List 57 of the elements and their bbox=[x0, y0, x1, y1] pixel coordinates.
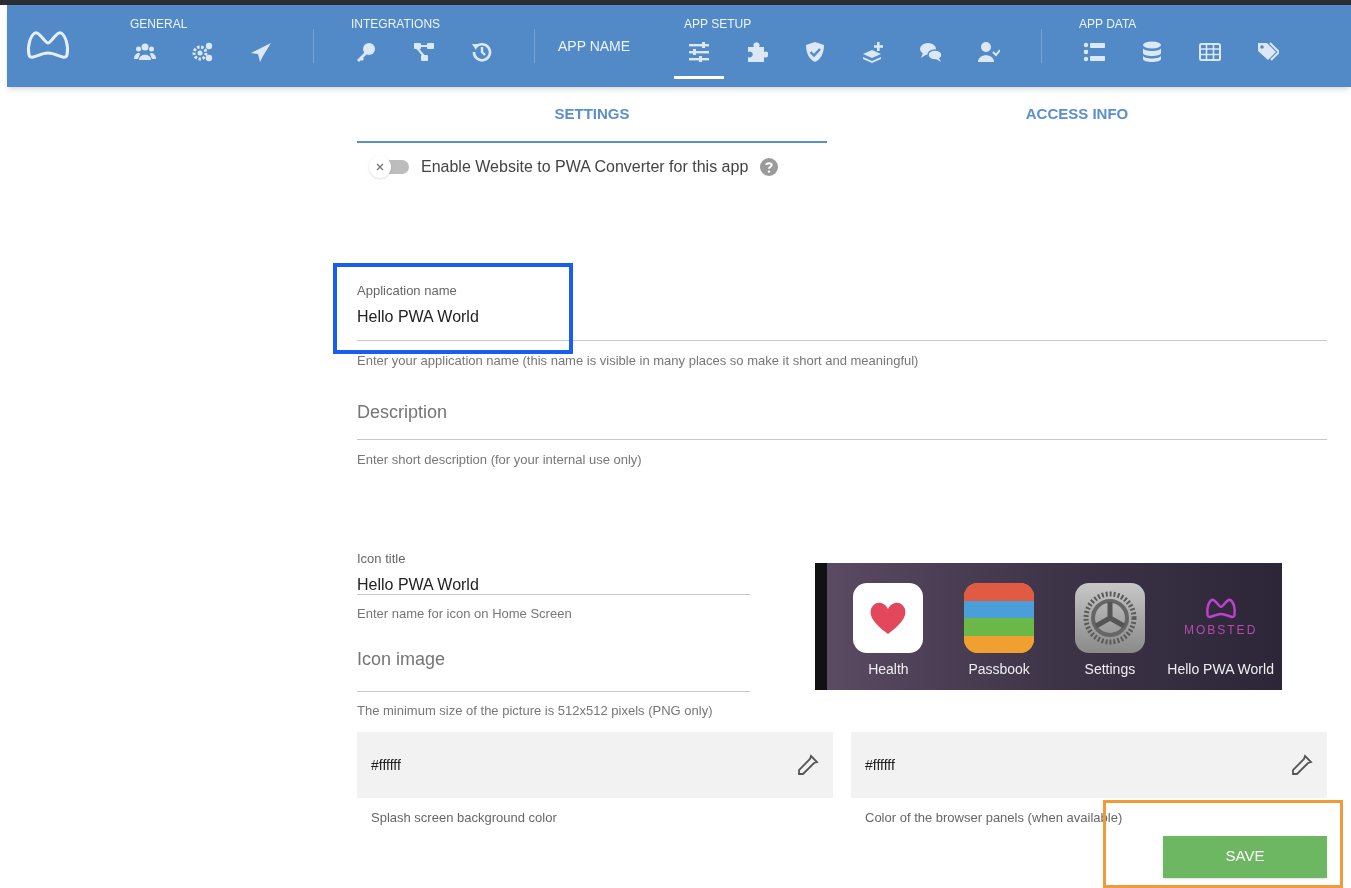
app-label: Health bbox=[868, 660, 909, 679]
field-value: Hello PWA World bbox=[357, 574, 480, 595]
shield-check-icon bbox=[804, 41, 826, 63]
logo-wordmark: MOBSTED bbox=[1183, 622, 1258, 639]
helper-text: Enter your application name (this name is visible in many places so make it short and meaningful) bbox=[357, 352, 920, 370]
flowchart-icon bbox=[413, 41, 435, 63]
color-field[interactable]: #ffffff bbox=[357, 732, 833, 798]
x-mark-icon bbox=[375, 162, 385, 172]
save-button[interactable]: SAVE bbox=[1163, 835, 1327, 878]
help-icon[interactable] bbox=[760, 158, 779, 176]
nav-group-heading: APP SETUP bbox=[683, 16, 753, 33]
tags-icon bbox=[1257, 41, 1279, 63]
database-icon bbox=[1141, 41, 1163, 63]
eyedropper-icon[interactable] bbox=[1291, 754, 1313, 776]
history-icon bbox=[471, 41, 493, 63]
app-name-label: APP NAME bbox=[558, 37, 632, 56]
nav-group-heading: INTEGRATIONS bbox=[350, 16, 442, 33]
toggle-switch[interactable] bbox=[369, 155, 409, 179]
field-label: Application name bbox=[357, 282, 458, 300]
field-label: Icon title bbox=[357, 550, 407, 568]
helper-text: The minimum size of the picture is 512x512 pixels (PNG only) bbox=[357, 701, 714, 720]
nav-group-heading: GENERAL bbox=[129, 16, 189, 33]
paper-plane-icon bbox=[250, 41, 272, 63]
field-value: #ffffff bbox=[865, 755, 895, 775]
table-icon bbox=[1199, 41, 1221, 63]
tab[interactable]: SETTINGS bbox=[357, 87, 827, 143]
app-label: Passbook bbox=[968, 660, 1030, 679]
application-name-field[interactable]: Application name Hello PWA World bbox=[357, 275, 1327, 341]
helper-text: Splash screen background color bbox=[370, 809, 558, 827]
gear-app-icon bbox=[1074, 583, 1145, 653]
field-placeholder: Description bbox=[357, 400, 448, 424]
gears-icon bbox=[192, 41, 214, 63]
helper-text: Enter short description (for your internal use only) bbox=[357, 450, 643, 469]
key-icon bbox=[355, 41, 377, 63]
helper-text: Enter name for icon on Home Screen bbox=[357, 605, 573, 623]
user-check-icon bbox=[978, 41, 1000, 63]
description-field[interactable]: Description bbox=[357, 398, 1327, 440]
field-value: #ffffff bbox=[371, 755, 401, 775]
toggle-label: Enable Website to PWA Converter for this app bbox=[421, 157, 749, 177]
list-icon bbox=[1083, 41, 1105, 63]
heart-app-icon bbox=[853, 583, 924, 653]
people-icon bbox=[134, 41, 156, 63]
app-label: Hello PWA World bbox=[1167, 660, 1274, 679]
icon-title-field[interactable]: Icon title Hello PWA World bbox=[357, 549, 750, 595]
tab[interactable]: ACCESS INFO bbox=[827, 87, 1327, 143]
puzzle-icon bbox=[746, 41, 768, 63]
sliders-icon bbox=[688, 41, 710, 63]
icon-image-field[interactable]: Icon image bbox=[357, 645, 750, 692]
color-field[interactable]: #ffffff bbox=[851, 732, 1327, 798]
field-placeholder: Icon image bbox=[357, 647, 446, 671]
field-value: Hello PWA World bbox=[357, 306, 480, 327]
nav-group-heading: APP DATA bbox=[1078, 16, 1138, 33]
wallet-app-icon bbox=[964, 583, 1035, 653]
chat-bubbles-icon bbox=[920, 41, 942, 63]
layers-plus-icon bbox=[862, 41, 884, 63]
app-label: Settings bbox=[1084, 660, 1136, 679]
eyedropper-icon[interactable] bbox=[797, 754, 819, 776]
